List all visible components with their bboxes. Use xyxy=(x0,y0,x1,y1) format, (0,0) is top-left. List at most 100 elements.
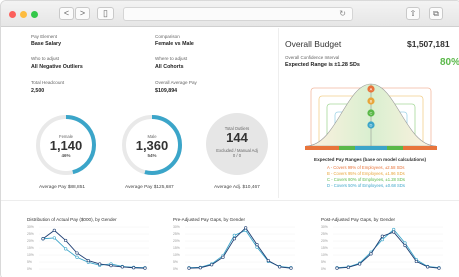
chart-2-ytick: 30% xyxy=(173,225,180,229)
chart-3-male-point xyxy=(426,265,430,269)
chart-3-ytick: 30% xyxy=(321,225,328,229)
back-icon[interactable]: < xyxy=(59,7,74,20)
browser-window: < > ▯ ↻ ⇧ ⧉ Pay Element Base Salary Comp… xyxy=(0,0,459,277)
chart-1-male-point xyxy=(132,266,136,270)
confidence-percent: 80% xyxy=(440,57,459,68)
address-bar[interactable]: ↻ xyxy=(123,7,353,21)
chart-2-male-point xyxy=(278,265,282,269)
budget-title: Overall Budget xyxy=(285,39,342,49)
who-label: Who to adjust xyxy=(31,56,60,61)
legend-row-b: B - Covers 95% of Employees, ±1.96 SDs xyxy=(327,171,405,176)
chart-1-title: Distribution of Actual Pay ($000), by Ge… xyxy=(27,217,117,222)
chart-3-ytick: 0% xyxy=(321,267,326,271)
chart-1-female-point xyxy=(64,247,68,251)
chart-2-male-point xyxy=(244,226,248,230)
close-window-button[interactable] xyxy=(9,11,16,18)
legend-row-c: C - Covers 80% of Employees, ±1.28 SDs xyxy=(327,177,405,182)
chart-3-male-point xyxy=(380,234,384,238)
chart-1-male-point xyxy=(41,237,45,241)
chart-3-female-point xyxy=(380,238,384,242)
chart-3-title: Post-Adjusted Pay Gaps, by Gender xyxy=(321,217,396,222)
where-value[interactable]: All Cohorts xyxy=(155,64,184,70)
chart-1-ytick: 0% xyxy=(27,267,32,271)
band-d-letter: D xyxy=(370,123,373,128)
chart-1-male-point xyxy=(109,264,113,268)
band-c-letter: C xyxy=(370,111,373,116)
chart-1-ytick: 25% xyxy=(27,232,34,236)
average-adjustment: Average Adj. $10,467 xyxy=(214,185,260,190)
title-bar: < > ▯ ↻ ⇧ ⧉ xyxy=(1,1,459,27)
legend-title: Expected Pay Ranges (base on model calcu… xyxy=(314,157,427,162)
chart-3-male-point xyxy=(346,265,350,269)
chart-3-ytick: 10% xyxy=(321,253,328,257)
chart-2-male-point xyxy=(187,266,191,270)
chart-1-male-point xyxy=(120,265,124,269)
chart-1: 30% 25% 20% 15% 10% 5% 0% xyxy=(27,225,149,271)
bell-curve-chart: A B C D xyxy=(305,83,437,150)
chart-3-male-point xyxy=(335,266,339,270)
female-average-pay: Average Pay $88,851 xyxy=(39,185,86,190)
chart-3-male-point xyxy=(437,266,441,270)
chart-2-ytick: 25% xyxy=(173,232,180,236)
chart-1-ytick: 20% xyxy=(27,239,34,243)
chart-1-male-point xyxy=(86,258,90,263)
sidebar-icon[interactable]: ▯ xyxy=(97,7,114,20)
reload-icon[interactable]: ↻ xyxy=(339,9,346,18)
comparison-value[interactable]: Female vs Male xyxy=(155,41,194,47)
female-pct: 46% xyxy=(61,153,71,158)
outliers-count: 144 xyxy=(226,130,248,145)
male-donut-center: Male 1,360 54% xyxy=(122,134,182,158)
chart-1-male-point xyxy=(143,266,147,270)
confidence-label: Overall Confidence Interval xyxy=(285,55,340,60)
pay-element-value[interactable]: Base Salary xyxy=(31,41,61,47)
chart-1-male-line xyxy=(42,229,146,269)
male-count: 1,360 xyxy=(135,138,169,153)
panel-divider xyxy=(278,28,279,198)
chart-2-male-point xyxy=(266,258,270,263)
band-b-letter: B xyxy=(370,99,373,104)
chart-3-male-point xyxy=(403,243,407,248)
chart-2-ytick: 15% xyxy=(173,246,180,250)
legend-row-d: D - Covers 50% of Employees, ±0.68 SDs xyxy=(327,183,405,188)
who-value[interactable]: All Negative Outliers xyxy=(31,64,83,70)
comparison-label: Comparison xyxy=(155,34,180,39)
chart-2-male-point xyxy=(255,243,259,247)
chart-1-male-point xyxy=(52,228,56,232)
chart-1-male-point xyxy=(75,251,79,255)
male-average-pay: Average Pay $125,687 xyxy=(125,185,174,190)
where-label: Where to adjust xyxy=(155,56,188,61)
chart-1-male-point xyxy=(98,262,102,266)
chart-1-female-point xyxy=(75,255,79,259)
chart-2-male-point xyxy=(198,266,202,270)
chart-1-ytick: 10% xyxy=(27,253,34,257)
chart-3-male-point xyxy=(414,259,418,264)
section-divider xyxy=(1,200,459,201)
tabs-icon[interactable]: ⧉ xyxy=(429,7,443,20)
chart-2-male-point xyxy=(210,263,214,267)
chart-2-ytick: 0% xyxy=(173,267,178,271)
chart-1-ytick: 15% xyxy=(27,246,34,250)
chart-2-male-point xyxy=(232,237,236,241)
avg-pay-value: $109,894 xyxy=(155,88,178,94)
band-a-letter: A xyxy=(370,87,373,92)
chart-2-title: Pre-Adjusted Pay Gaps, by Gender xyxy=(173,217,246,222)
chart-3-ytick: 5% xyxy=(321,260,326,264)
chart-3: 30% 25% 20% 15% 10% 5% 0% xyxy=(321,225,443,271)
chart-3-male-point xyxy=(392,230,396,234)
chart-1-female-point xyxy=(52,236,56,240)
chart-2-ytick: 5% xyxy=(173,260,178,264)
chart-1-ytick: 30% xyxy=(27,225,34,229)
outliers-sub2: 0 / 0 xyxy=(232,153,242,158)
female-count: 1,140 xyxy=(49,138,83,153)
chart-1-male-point xyxy=(64,238,68,243)
chart-3-ytick: 20% xyxy=(321,239,328,243)
minimize-window-button[interactable] xyxy=(20,11,27,18)
headcount-value: 2,500 xyxy=(31,88,45,94)
chart-3-male-line xyxy=(336,231,440,269)
forward-icon[interactable]: > xyxy=(75,7,90,20)
maximize-window-button[interactable] xyxy=(31,11,38,18)
chart-2-female-point xyxy=(232,233,236,237)
confidence-value: Expected Range is ±1.28 SDs xyxy=(285,62,360,68)
share-icon[interactable]: ⇧ xyxy=(406,7,420,20)
chart-3-female-point xyxy=(392,227,396,232)
